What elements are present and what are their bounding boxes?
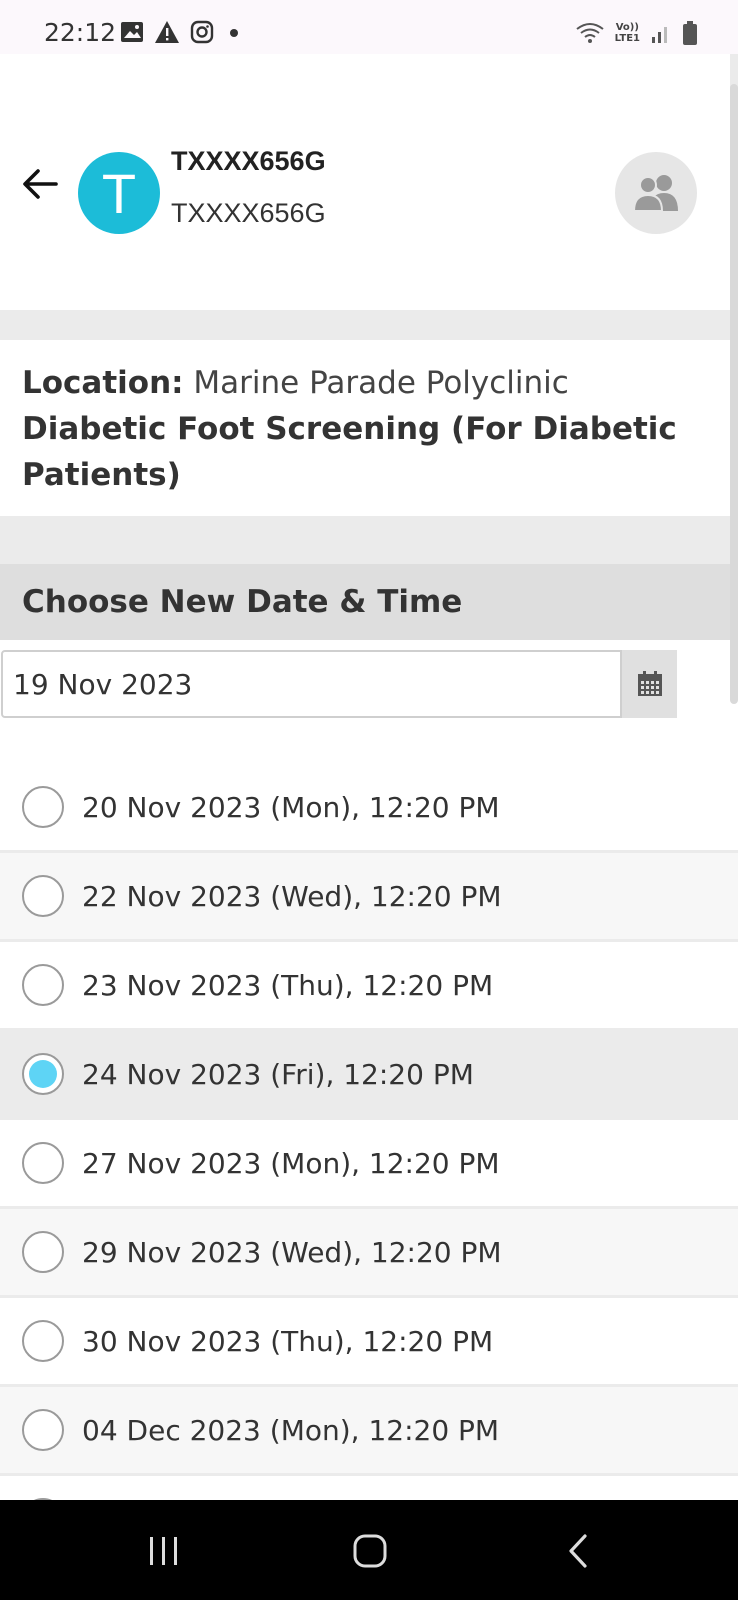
home-button[interactable]	[340, 1524, 400, 1578]
back-nav-button[interactable]	[548, 1524, 608, 1578]
instagram-icon	[190, 20, 214, 44]
recent-apps-icon	[150, 1537, 177, 1565]
switch-profile-button[interactable]	[615, 152, 697, 234]
time-slot-label: 27 Nov 2023 (Mon), 12:20 PM	[82, 1146, 500, 1180]
wifi-icon	[575, 21, 605, 45]
radio-button[interactable]	[22, 1053, 64, 1095]
time-slot-label: 30 Nov 2023 (Thu), 12:20 PM	[82, 1324, 494, 1358]
time-slot-partial[interactable]	[0, 1476, 738, 1500]
status-bar: 22:12 Vo)) LTE1	[0, 0, 738, 54]
gallery-icon	[120, 20, 144, 44]
recent-apps-button[interactable]	[134, 1524, 194, 1578]
radio-button[interactable]	[22, 1409, 64, 1451]
navigation-bar	[0, 1500, 738, 1600]
people-icon	[632, 175, 678, 212]
location-line: Location: Marine Parade Polyclinic	[22, 360, 708, 406]
radio-button[interactable]	[22, 1142, 64, 1184]
profile-header: T TXXXX656G TXXXX656G	[0, 54, 730, 310]
time-slot-label: 20 Nov 2023 (Mon), 12:20 PM	[82, 790, 500, 824]
status-time: 22:12	[44, 18, 117, 47]
date-input[interactable]: 19 Nov 2023	[1, 650, 622, 718]
volte-label: Vo))	[615, 22, 639, 33]
time-slot-2[interactable]: 22 Nov 2023 (Wed), 12:20 PM	[0, 853, 738, 942]
time-slot-7[interactable]: 30 Nov 2023 (Thu), 12:20 PM	[0, 1298, 738, 1387]
time-slot-3[interactable]: 23 Nov 2023 (Thu), 12:20 PM	[0, 942, 738, 1031]
scrollbar[interactable]	[730, 84, 738, 704]
time-slot-5[interactable]: 27 Nov 2023 (Mon), 12:20 PM	[0, 1120, 738, 1209]
notification-icons	[120, 20, 244, 44]
time-slot-label: 24 Nov 2023 (Fri), 12:20 PM	[82, 1057, 474, 1091]
calendar-icon	[637, 671, 662, 696]
time-slot-label: 23 Nov 2023 (Thu), 12:20 PM	[82, 968, 494, 1002]
time-slot-6[interactable]: 29 Nov 2023 (Wed), 12:20 PM	[0, 1209, 738, 1298]
arrow-left-icon	[23, 169, 58, 199]
radio-button[interactable]	[22, 964, 64, 1006]
signal-icon	[650, 21, 672, 45]
volte-icon: Vo)) LTE1	[615, 22, 640, 44]
user-name: TXXXX656G	[171, 146, 326, 176]
location-value: Marine Parade Polyclinic	[193, 365, 569, 401]
battery-icon	[682, 20, 698, 46]
back-button[interactable]	[18, 162, 62, 206]
location-label: Location:	[22, 365, 184, 401]
radio-dot	[29, 1060, 57, 1088]
avatar: T	[78, 152, 160, 234]
radio-button[interactable]	[22, 1320, 64, 1362]
radio-button[interactable]	[22, 875, 64, 917]
time-slot-8[interactable]: 04 Dec 2023 (Mon), 12:20 PM	[0, 1387, 738, 1476]
app-content: T TXXXX656G TXXXX656G Location: Marine P…	[0, 54, 738, 1500]
service-name: Diabetic Foot Screening (For Diabetic Pa…	[22, 411, 677, 493]
user-id: TXXXX656G	[171, 198, 326, 228]
radio-button[interactable]	[22, 1231, 64, 1273]
time-slot-label: 29 Nov 2023 (Wed), 12:20 PM	[82, 1235, 502, 1269]
time-slot-1[interactable]: 20 Nov 2023 (Mon), 12:20 PM	[0, 764, 738, 853]
time-slot-list: 20 Nov 2023 (Mon), 12:20 PM 22 Nov 2023 …	[0, 764, 738, 1500]
date-picker-row: 19 Nov 2023	[0, 640, 738, 764]
chevron-left-icon	[569, 1534, 587, 1568]
home-icon	[353, 1534, 387, 1568]
time-slot-4[interactable]: 24 Nov 2023 (Fri), 12:20 PM	[0, 1031, 738, 1120]
time-slot-label: 22 Nov 2023 (Wed), 12:20 PM	[82, 879, 502, 913]
warning-icon	[154, 20, 180, 44]
system-icons: Vo)) LTE1	[575, 20, 698, 46]
lte-label: LTE1	[614, 33, 640, 44]
location-card: Location: Marine Parade Polyclinic Diabe…	[0, 340, 730, 516]
time-slot-label: 04 Dec 2023 (Mon), 12:20 PM	[82, 1413, 500, 1447]
radio-button[interactable]	[22, 786, 64, 828]
calendar-button[interactable]	[622, 650, 677, 718]
dot-icon	[224, 20, 244, 44]
section-title: Choose New Date & Time	[0, 564, 738, 640]
